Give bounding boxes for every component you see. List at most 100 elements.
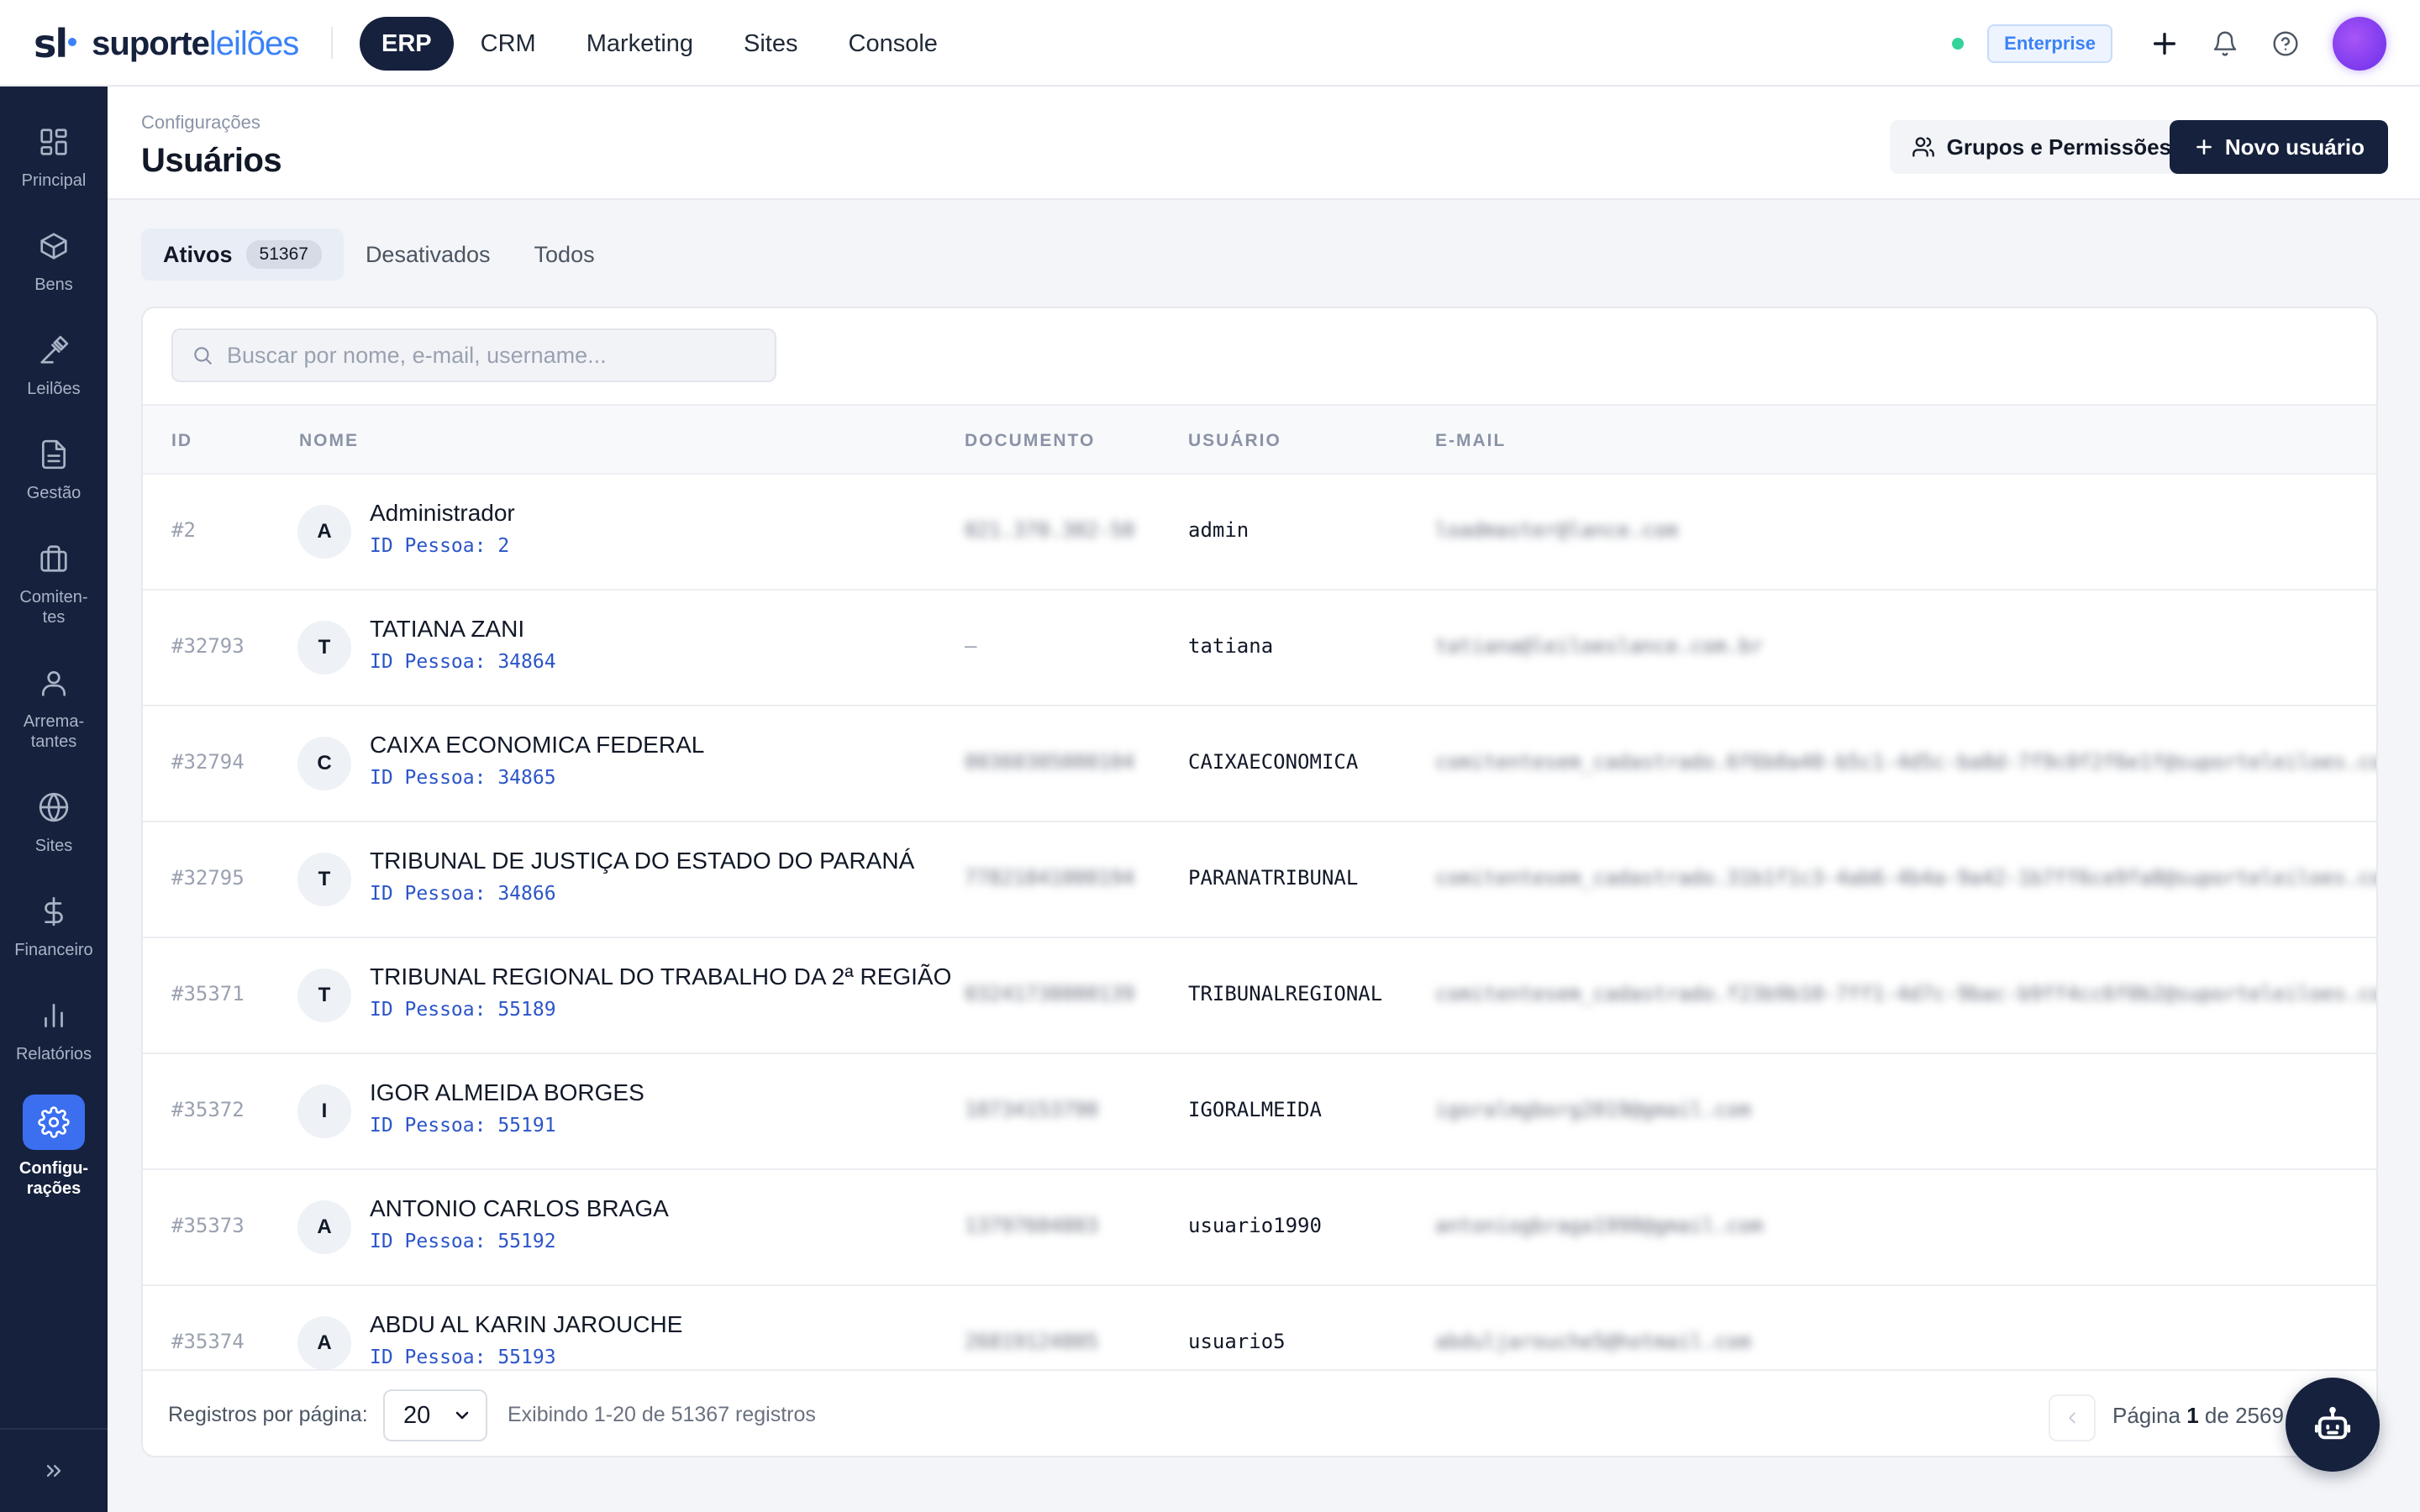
user-name[interactable]: TRIBUNAL DE JUSTIÇA DO ESTADO DO PARANÁ <box>370 848 914 874</box>
table-body: #2 A Administrador ID Pessoa: 2 021.370.302-… <box>143 475 2376 1369</box>
user-document: 00360305000104 <box>965 750 1135 774</box>
status-tabs: Ativos 51367 Desativados Todos <box>141 228 617 281</box>
groups-permissions-button[interactable]: Grupos e Permissões <box>1889 120 2193 174</box>
sidebar-item-principal[interactable]: Principal <box>0 122 108 191</box>
search-input[interactable] <box>227 342 765 369</box>
tab-todos[interactable]: Todos <box>513 228 617 281</box>
page-header: Configurações Usuários Grupos e Permissõ… <box>108 87 2420 200</box>
user-name[interactable]: ANTONIO CARLOS BRAGA <box>370 1195 669 1222</box>
nav-marketing[interactable]: Marketing <box>563 17 717 71</box>
person-id-link[interactable]: ID Pessoa: 34865 <box>370 767 556 789</box>
rows-per-page-label: Registros por página: <box>168 1403 368 1426</box>
user-id: #35374 <box>171 1330 245 1353</box>
user-name[interactable]: TATIANA ZANI <box>370 616 524 643</box>
total-pages: 2569 <box>2235 1403 2284 1428</box>
user-document: 26819124805 <box>965 1330 1098 1353</box>
top-nav: ERP CRM Marketing Sites Console <box>360 17 965 71</box>
table-footer: Registros por página: 20 Exibindo 1-20 d… <box>143 1369 2376 1456</box>
table-row[interactable]: #35373 A ANTONIO CARLOS BRAGA ID Pessoa: 55… <box>143 1170 2376 1286</box>
user-username: TRIBUNALREGIONAL <box>1188 982 1383 1005</box>
column-username[interactable]: USUÁRIO <box>1188 431 1281 451</box>
person-id-link[interactable]: ID Pessoa: 34866 <box>370 883 556 905</box>
sidebar-item-bens[interactable]: Bens <box>0 226 108 295</box>
person-id-link[interactable]: ID Pessoa: 34864 <box>370 651 556 673</box>
nav-console[interactable]: Console <box>825 17 961 71</box>
tab-label: Ativos <box>163 241 233 267</box>
table-row[interactable]: #32794 C CAIXA ECONOMICA FEDERAL ID Pessoa:… <box>143 706 2376 822</box>
user-username: usuario1990 <box>1188 1214 1322 1237</box>
chevron-left-icon <box>2069 1412 2075 1424</box>
column-id[interactable]: ID <box>171 431 192 451</box>
sidebar-item-financeiro[interactable]: Financeiro <box>0 891 108 960</box>
box-icon <box>34 226 74 266</box>
nav-sites[interactable]: Sites <box>720 17 821 71</box>
column-email[interactable]: E-MAIL <box>1435 431 1506 451</box>
table-row[interactable]: #35371 T TRIBUNAL REGIONAL DO TRABALHO DA … <box>143 938 2376 1054</box>
sidebar-item-configuracoes[interactable]: Configu-rações <box>0 1095 108 1199</box>
logo-dot <box>68 38 77 46</box>
robot-icon <box>2314 1406 2351 1440</box>
sidebar-item-sites[interactable]: Sites <box>0 787 108 856</box>
user-id: #35372 <box>171 1098 245 1121</box>
sidebar-collapse-button[interactable] <box>0 1428 108 1512</box>
table-row[interactable]: #32795 T TRIBUNAL DE JUSTIÇA DO ESTADO DO … <box>143 822 2376 938</box>
user-document: 13797604803 <box>965 1214 1098 1237</box>
nav-erp[interactable]: ERP <box>360 17 454 71</box>
plus-icon[interactable] <box>2146 25 2183 62</box>
table-row[interactable]: #32793 T TATIANA ZANI ID Pessoa: 34864 — tati… <box>143 591 2376 706</box>
user-document: 77821841000194 <box>965 866 1135 890</box>
breadcrumb[interactable]: Configurações <box>141 112 260 134</box>
user-email: igoralmgborg2019@gmail.com <box>1435 1098 1751 1121</box>
sidebar: Principal Bens Leilões Gestão Comiten-tes Arr… <box>0 87 108 1512</box>
sidebar-item-relatorios[interactable]: Relatórios <box>0 995 108 1064</box>
table-row[interactable]: #2 A Administrador ID Pessoa: 2 021.370.302-… <box>143 475 2376 591</box>
assistant-bot-button[interactable] <box>2286 1378 2380 1472</box>
chevrons-right-icon <box>46 1465 61 1477</box>
bar-chart-icon <box>34 995 74 1036</box>
user-initial-avatar: A <box>297 1316 351 1369</box>
bell-icon[interactable] <box>2207 25 2244 62</box>
sidebar-item-label: Leilões <box>27 380 81 398</box>
users-card: ID NOME DOCUMENTO USUÁRIO E-MAIL #2 A Admi… <box>141 307 2378 1457</box>
user-name[interactable]: IGOR ALMEIDA BORGES <box>370 1079 644 1106</box>
sidebar-item-leiloes[interactable]: Leilões <box>0 330 108 399</box>
table-row[interactable]: #35372 I IGOR ALMEIDA BORGES ID Pessoa: 551… <box>143 1054 2376 1170</box>
person-id-link[interactable]: ID Pessoa: 55193 <box>370 1347 556 1368</box>
table-row[interactable]: #35374 A ABDU AL KARIN JAROUCHE ID Pessoa: … <box>143 1286 2376 1369</box>
tab-label: Todos <box>534 241 595 267</box>
gavel-icon <box>34 330 74 370</box>
tab-desativados[interactable]: Desativados <box>344 228 513 281</box>
user-name[interactable]: Administrador <box>370 500 515 527</box>
user-name[interactable]: TRIBUNAL REGIONAL DO TRABALHO DA 2ª REGI… <box>370 963 951 990</box>
user-id: #32795 <box>171 866 245 890</box>
person-id-link[interactable]: ID Pessoa: 2 <box>370 535 509 557</box>
sidebar-item-comitentes[interactable]: Comiten-tes <box>0 538 108 627</box>
new-user-button[interactable]: Novo usuário <box>2169 120 2388 174</box>
search-box[interactable] <box>171 328 776 382</box>
current-page: 1 <box>2186 1403 2199 1428</box>
sidebar-item-gestao[interactable]: Gestão <box>0 434 108 503</box>
help-icon[interactable] <box>2267 25 2304 62</box>
person-id-link[interactable]: ID Pessoa: 55189 <box>370 999 556 1021</box>
person-id-link[interactable]: ID Pessoa: 55192 <box>370 1231 556 1252</box>
nav-crm[interactable]: CRM <box>457 17 560 71</box>
plus-icon <box>2196 139 2212 155</box>
person-id-link[interactable]: ID Pessoa: 55191 <box>370 1115 556 1137</box>
top-right-actions: Enterprise <box>1952 17 2386 71</box>
column-name[interactable]: NOME <box>299 431 359 451</box>
rows-per-page-select[interactable]: 20 <box>383 1389 487 1441</box>
search-icon <box>194 347 212 365</box>
brand-logo[interactable]: sl suporteleilões <box>34 21 299 66</box>
sidebar-item-label: Comiten-tes <box>19 588 88 627</box>
user-initial-avatar: T <box>297 621 351 675</box>
user-username: admin <box>1188 518 1249 542</box>
sidebar-item-arrematantes[interactable]: Arrema-tantes <box>0 663 108 752</box>
previous-page-button[interactable] <box>2049 1394 2096 1441</box>
user-avatar[interactable] <box>2333 17 2386 71</box>
grid-icon <box>34 122 74 162</box>
tab-ativos[interactable]: Ativos 51367 <box>141 228 344 281</box>
user-name[interactable]: CAIXA ECONOMICA FEDERAL <box>370 732 704 759</box>
page-indicator: Página 1 de 2569 <box>2112 1403 2284 1428</box>
column-document[interactable]: DOCUMENTO <box>965 431 1095 451</box>
user-name[interactable]: ABDU AL KARIN JAROUCHE <box>370 1311 682 1338</box>
